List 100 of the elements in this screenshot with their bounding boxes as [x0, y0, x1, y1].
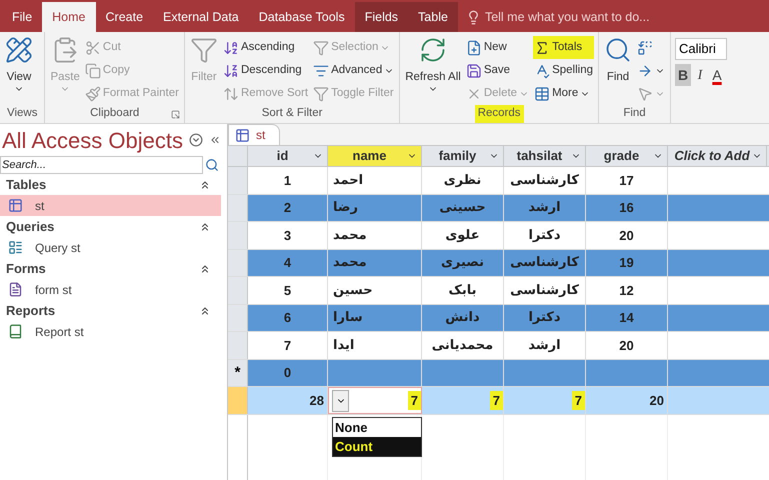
table-cell-text: احمد	[333, 172, 364, 190]
table-cell-text: حسین	[333, 282, 374, 300]
table-cell-text: ایدا	[333, 336, 356, 354]
nav-item[interactable]: Report st	[0, 321, 221, 342]
object-icon	[8, 198, 23, 213]
nav-section-header[interactable]: Queries	[0, 216, 221, 237]
ribbon-large-button[interactable]: View	[4, 36, 34, 106]
table-cell-text: دانش	[444, 309, 481, 327]
font-format-button[interactable]: I	[692, 64, 708, 86]
ribbon-button[interactable]: Descending	[222, 59, 310, 82]
object-icon	[8, 324, 23, 339]
menu-option[interactable]: Count	[333, 437, 421, 456]
collapse-icon	[199, 304, 211, 316]
ribbon-icon	[466, 62, 482, 78]
font-name-field[interactable]: Calibri	[675, 38, 727, 60]
pane-title: All Access Objects	[2, 126, 183, 155]
row-selector[interactable]: *	[228, 360, 248, 386]
table-cell-text: سارا	[333, 309, 364, 327]
font-format-button[interactable]: A	[709, 64, 725, 86]
ribbon-icon	[190, 36, 218, 64]
ribbon-button[interactable]: Save	[464, 59, 530, 82]
ribbon-icon	[5, 36, 33, 64]
table-cell-text: 3	[282, 226, 292, 244]
search-icon[interactable]	[205, 158, 219, 172]
dropdown-button[interactable]	[332, 390, 349, 412]
ribbon-tab[interactable]: External Data	[153, 2, 249, 32]
group-label: Views	[6, 106, 38, 122]
nav-item[interactable]: Query st	[0, 237, 221, 258]
search-field[interactable]: Search...	[0, 156, 203, 174]
collapse-icon[interactable]	[209, 134, 221, 146]
ribbon-icon	[313, 86, 330, 102]
column-header[interactable]: name	[328, 146, 422, 166]
table-cell-text: 6	[282, 309, 292, 327]
ribbon-tab[interactable]: Home	[42, 2, 96, 32]
ribbon-button[interactable]: Advanced	[312, 59, 396, 82]
table-cell-text: ارشد	[527, 199, 562, 217]
ribbon-button[interactable]: New	[464, 36, 530, 59]
nav-section-header[interactable]: Forms	[0, 258, 221, 279]
table-cell-text: 17	[618, 172, 635, 190]
nav-section-header[interactable]: Reports	[0, 300, 221, 321]
ribbon-button[interactable]: Spelling	[533, 59, 594, 82]
ribbon-icon	[313, 62, 330, 78]
table-cell-text: دکترا	[527, 226, 562, 244]
nav-item[interactable]: form st	[0, 279, 221, 300]
ribbon-large-button[interactable]: Find	[603, 36, 633, 106]
ribbon-tab[interactable]: File	[2, 2, 42, 32]
ribbon-button[interactable]: More	[533, 82, 594, 105]
table-cell-text: 1	[282, 172, 292, 190]
ribbon-large-button[interactable]: Refresh All	[404, 36, 462, 106]
table-cell-text: رضا	[333, 199, 359, 217]
ribbon-icon	[84, 40, 101, 56]
table-cell-text: 4	[282, 254, 292, 272]
ribbon-button[interactable]: Ascending	[222, 36, 310, 59]
group-label: Sort & Filter	[260, 106, 324, 122]
document-tab[interactable]: st	[228, 124, 280, 145]
menu-option[interactable]: None	[333, 418, 421, 437]
ribbon-icon	[84, 86, 101, 102]
new-record-marker: *	[234, 362, 240, 382]
ribbon-tab[interactable]: Fields	[354, 2, 408, 32]
column-header[interactable]: Click to Add	[668, 146, 767, 166]
ribbon-icon	[84, 62, 101, 78]
table-cell-text: 14	[618, 309, 635, 327]
ribbon-icon	[222, 62, 239, 78]
table-cell-text: 2	[282, 199, 292, 217]
column-header[interactable]: tahsilat	[504, 146, 586, 166]
nav-item[interactable]: st	[0, 195, 221, 216]
total-value: 7	[408, 390, 421, 410]
tell-me-field[interactable]: Tell me what you want to do...	[484, 8, 685, 26]
group-label: Clipboard	[89, 106, 140, 122]
ribbon-tab[interactable]: Create	[96, 2, 154, 32]
table-icon	[235, 128, 250, 142]
ribbon-icon	[222, 86, 239, 102]
group-label: Records	[474, 105, 524, 123]
ribbon-icon	[604, 36, 632, 64]
ribbon-icon	[637, 40, 653, 56]
total-value: 28	[308, 392, 325, 410]
table-cell-text: 12	[618, 282, 635, 300]
dialog-launcher-icon[interactable]	[170, 110, 180, 118]
ribbon-tab[interactable]: Database Tools	[248, 2, 355, 32]
menu-icon[interactable]	[189, 133, 203, 147]
column-header[interactable]: family	[422, 146, 504, 166]
font-format-button[interactable]: B	[675, 64, 691, 86]
ribbon-icon	[534, 86, 550, 102]
ribbon-icon	[466, 40, 482, 56]
ribbon-icon	[637, 86, 653, 102]
ribbon-button[interactable]: Totals	[533, 36, 594, 59]
total-value: 20	[648, 392, 665, 410]
table-cell-text: کارشناسی	[509, 254, 580, 272]
column-header[interactable]: grade	[586, 146, 668, 166]
group-label: Find	[622, 106, 647, 122]
collapse-icon	[199, 220, 211, 232]
table-cell-text: محمد	[333, 254, 368, 272]
table-cell-text: نصیری	[440, 254, 485, 272]
nav-section-header[interactable]: Tables	[0, 174, 221, 195]
table-cell-text: 5	[282, 282, 292, 300]
table-cell-text: محمدیانی	[430, 336, 494, 354]
table-cell-text: دکترا	[527, 309, 562, 327]
table-cell-text: علوی	[444, 226, 481, 244]
ribbon-tab[interactable]: Table	[408, 2, 458, 32]
table-cell-text: حسینی	[438, 199, 487, 217]
